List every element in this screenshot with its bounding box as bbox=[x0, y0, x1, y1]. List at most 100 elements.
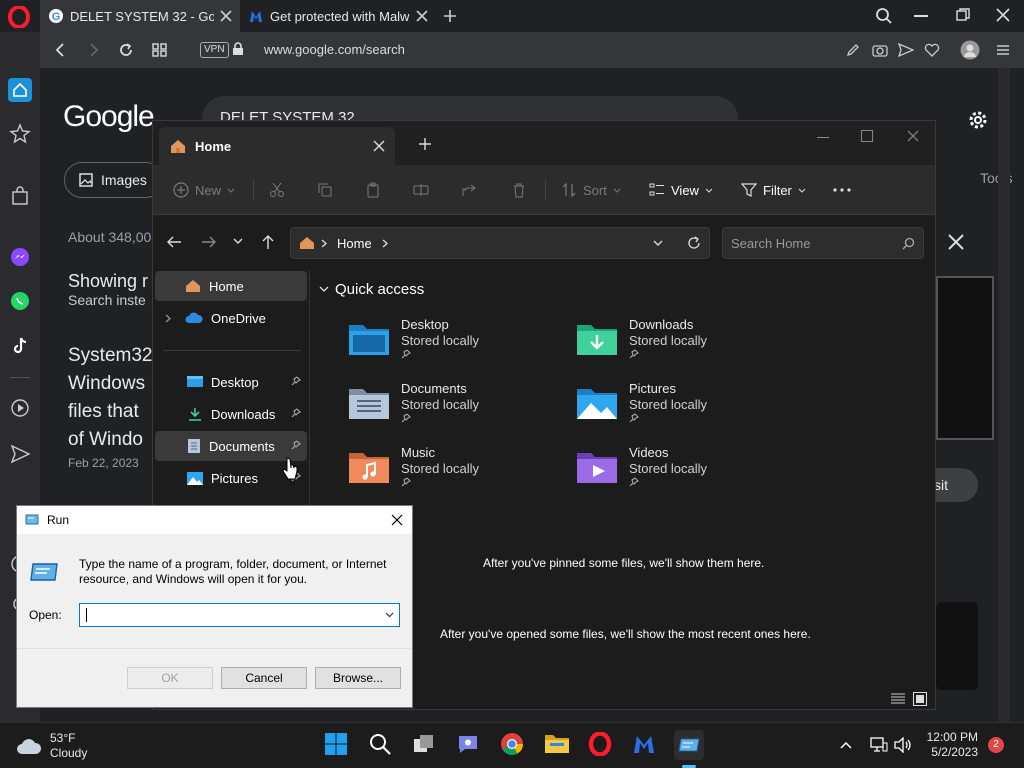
nav-item-onedrive[interactable]: OneDrive bbox=[155, 303, 307, 333]
chevron-down-icon[interactable] bbox=[385, 612, 394, 618]
explorer-tab-home[interactable]: Home bbox=[159, 127, 395, 165]
pin-icon[interactable] bbox=[291, 376, 301, 386]
browse-button[interactable]: Browse... bbox=[315, 667, 401, 689]
show-hidden-icons-chevron-icon[interactable] bbox=[840, 741, 852, 749]
close-window-icon[interactable] bbox=[907, 130, 919, 142]
nav-item-desktop[interactable]: Desktop bbox=[155, 367, 307, 397]
filter-button[interactable]: Filter bbox=[741, 175, 806, 205]
explorer-search-box[interactable]: Search Home bbox=[722, 227, 924, 259]
paste-icon[interactable] bbox=[365, 175, 381, 205]
address-dropdown-icon[interactable] bbox=[653, 240, 663, 247]
notification-badge[interactable]: 2 bbox=[988, 737, 1004, 753]
browser-tab-google[interactable]: G DELET SYSTEM 32 - Google bbox=[40, 0, 240, 32]
network-icon[interactable] bbox=[870, 737, 888, 753]
run-taskbar-icon[interactable] bbox=[674, 730, 704, 760]
close-window-icon[interactable] bbox=[996, 8, 1010, 22]
images-chip[interactable]: Images bbox=[64, 162, 164, 198]
maximize-icon[interactable] bbox=[861, 130, 873, 142]
view-button[interactable]: View bbox=[649, 175, 713, 205]
quick-access-item-music[interactable]: Music Stored locally bbox=[347, 443, 567, 501]
camera-icon[interactable] bbox=[872, 43, 888, 57]
pin-icon[interactable] bbox=[291, 408, 301, 418]
forward-icon[interactable] bbox=[86, 42, 102, 58]
malwarebytes-icon[interactable] bbox=[632, 732, 660, 760]
teams-chat-icon[interactable] bbox=[456, 732, 484, 760]
rename-icon[interactable] bbox=[413, 175, 429, 205]
minimize-icon[interactable] bbox=[914, 15, 928, 17]
quick-access-item-documents[interactable]: Documents Stored locally bbox=[347, 379, 567, 437]
restore-icon[interactable] bbox=[956, 8, 970, 22]
opera-logo-icon[interactable] bbox=[8, 6, 30, 28]
open-combobox[interactable] bbox=[79, 603, 400, 627]
search-icon[interactable] bbox=[368, 732, 396, 760]
flow-send-icon[interactable] bbox=[8, 442, 32, 466]
quick-access-header[interactable]: Quick access bbox=[319, 281, 424, 298]
expand-chevron-icon[interactable] bbox=[165, 314, 171, 323]
quick-access-item-downloads[interactable]: Downloads Stored locally bbox=[575, 315, 795, 373]
refresh-icon[interactable] bbox=[687, 236, 701, 250]
details-view-icon[interactable] bbox=[891, 693, 905, 705]
page-scrollbar[interactable] bbox=[998, 68, 1010, 722]
ok-button[interactable]: OK bbox=[127, 667, 213, 689]
opera-browser-icon[interactable] bbox=[588, 732, 616, 760]
close-tab-icon[interactable] bbox=[220, 10, 232, 22]
open-input[interactable] bbox=[84, 606, 374, 624]
new-button[interactable]: New bbox=[173, 175, 235, 205]
cancel-button[interactable]: Cancel bbox=[221, 667, 307, 689]
heart-icon[interactable] bbox=[924, 43, 940, 57]
url-text[interactable]: www.google.com/search bbox=[264, 42, 405, 57]
player-icon[interactable] bbox=[8, 396, 32, 420]
google-logo[interactable]: Google bbox=[63, 100, 155, 134]
up-arrow-icon[interactable] bbox=[261, 234, 275, 250]
weather-widget[interactable]: 53°F Cloudy bbox=[16, 729, 116, 763]
close-tab-icon[interactable] bbox=[373, 140, 385, 152]
delete-icon[interactable] bbox=[511, 175, 527, 205]
recent-locations-chevron-icon[interactable] bbox=[233, 238, 243, 245]
more-options-icon[interactable] bbox=[833, 175, 851, 205]
edit-icon[interactable] bbox=[846, 43, 860, 57]
shopping-bag-icon[interactable] bbox=[8, 184, 32, 208]
nav-item-downloads[interactable]: Downloads bbox=[155, 399, 307, 429]
forward-arrow-icon[interactable] bbox=[201, 235, 217, 249]
task-view-icon[interactable] bbox=[412, 732, 440, 760]
new-tab-icon[interactable] bbox=[442, 8, 458, 24]
cut-icon[interactable] bbox=[269, 175, 285, 205]
image-thumbnail[interactable] bbox=[936, 602, 978, 690]
profile-avatar-icon[interactable] bbox=[960, 40, 980, 60]
share-icon[interactable] bbox=[461, 175, 477, 205]
close-tab-icon[interactable] bbox=[416, 10, 428, 22]
chrome-icon[interactable] bbox=[500, 732, 528, 760]
close-dialog-icon[interactable] bbox=[391, 514, 403, 526]
new-tab-icon[interactable] bbox=[419, 138, 431, 150]
browser-tab-malwarebytes[interactable]: Get protected with Malwar bbox=[240, 0, 436, 32]
whatsapp-icon[interactable] bbox=[8, 289, 32, 313]
lock-icon[interactable] bbox=[232, 42, 244, 56]
video-thumbnail[interactable] bbox=[936, 276, 994, 440]
tiktok-icon[interactable] bbox=[8, 334, 32, 358]
breadcrumb-home[interactable]: Home bbox=[333, 236, 376, 251]
search-tabs-icon[interactable] bbox=[875, 7, 893, 25]
start-windows-icon[interactable] bbox=[324, 732, 352, 760]
close-panel-icon[interactable] bbox=[948, 234, 964, 250]
back-arrow-icon[interactable] bbox=[166, 235, 182, 249]
easy-setup-icon[interactable] bbox=[996, 43, 1010, 57]
explorer-address-bar[interactable]: Home bbox=[290, 227, 710, 259]
quick-access-item-pictures[interactable]: Pictures Stored locally bbox=[575, 379, 795, 437]
minimize-icon[interactable] bbox=[817, 137, 829, 138]
google-settings-gear-icon[interactable] bbox=[966, 108, 990, 132]
volume-icon[interactable] bbox=[894, 737, 912, 753]
bookmarks-star-icon[interactable] bbox=[8, 122, 32, 146]
search-instead-link[interactable]: Search inste bbox=[68, 292, 146, 308]
vpn-badge[interactable]: VPN bbox=[200, 42, 229, 58]
clock[interactable]: 12:00 PM 5/2/2023 bbox=[922, 730, 978, 760]
copy-icon[interactable] bbox=[317, 175, 333, 205]
speed-dial-icon[interactable] bbox=[152, 42, 168, 58]
pin-icon[interactable] bbox=[291, 440, 301, 450]
quick-access-item-desktop[interactable]: Desktop Stored locally bbox=[347, 315, 567, 373]
messenger-icon[interactable] bbox=[8, 245, 32, 269]
sort-button[interactable]: Sort bbox=[561, 175, 621, 205]
reload-icon[interactable] bbox=[118, 42, 134, 58]
tiles-view-icon[interactable] bbox=[913, 692, 927, 706]
nav-item-home[interactable]: Home bbox=[155, 271, 307, 301]
quick-access-item-videos[interactable]: Videos Stored locally bbox=[575, 443, 795, 501]
